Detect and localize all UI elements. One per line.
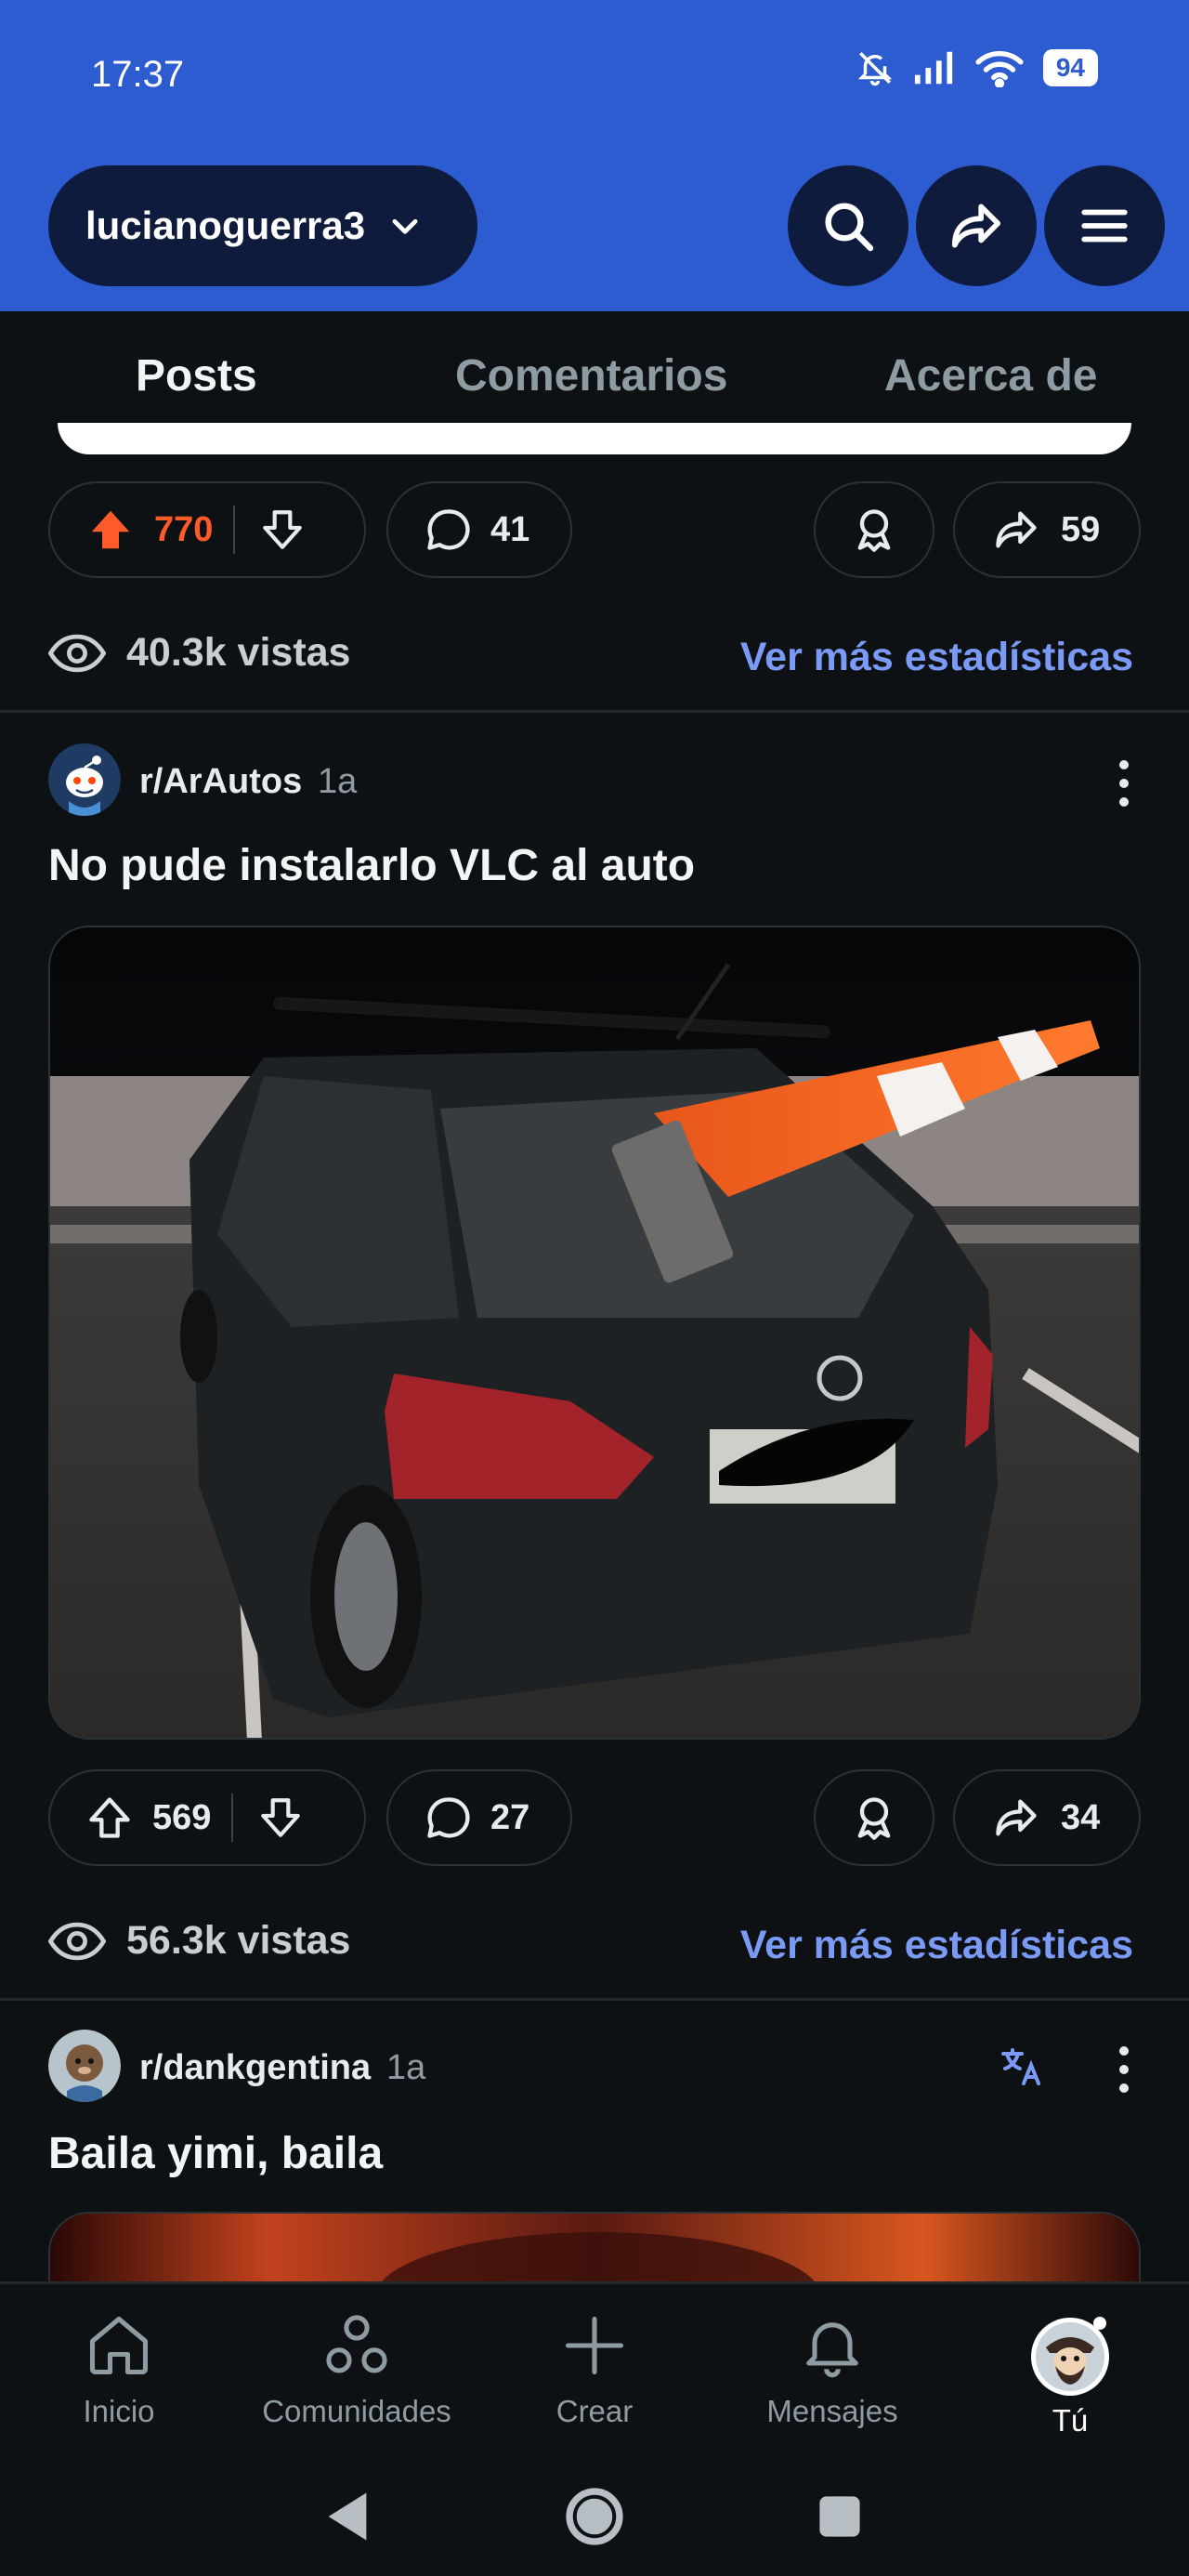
vote-control: 770: [48, 481, 366, 578]
upvote-icon[interactable]: [85, 1794, 134, 1842]
view-count: 56.3k vistas: [126, 1918, 351, 1963]
car-photo: [50, 927, 1139, 1738]
subreddit-avatar[interactable]: [48, 743, 121, 816]
app-header: 17:37 94 lucianoguerra3: [0, 0, 1189, 311]
menu-button[interactable]: [1044, 165, 1165, 286]
share-button[interactable]: 34: [953, 1769, 1141, 1866]
account-switcher[interactable]: lucianoguerra3: [48, 165, 477, 286]
status-icons: 94: [856, 48, 1098, 87]
post-age: 1a: [318, 762, 358, 801]
nav-label: Comunidades: [262, 2394, 451, 2428]
nav-label: Inicio: [83, 2394, 155, 2428]
post-title[interactable]: No pude instalarlo VLC al auto: [48, 840, 695, 891]
translate-icon[interactable]: [1000, 2046, 1044, 2087]
eye-icon: [48, 634, 106, 672]
wifi-icon: [975, 51, 1024, 87]
bell-icon: [806, 2322, 858, 2378]
hamburger-icon: [1081, 209, 1128, 243]
search-icon: [825, 203, 874, 252]
share-icon: [996, 1799, 1037, 1836]
share-icon: [996, 511, 1037, 548]
nav-label: Mensajes: [766, 2394, 898, 2428]
share-button[interactable]: 59: [953, 481, 1141, 578]
vote-divider: [231, 1794, 234, 1842]
vote-divider: [233, 506, 236, 554]
avatar: [1031, 2317, 1109, 2396]
comment-count: 41: [490, 509, 530, 549]
stats-link[interactable]: Ver más estadísticas: [740, 635, 1133, 680]
downvote-icon[interactable]: [259, 506, 306, 553]
views-row: 40.3k vistas: [48, 630, 350, 676]
post-options-button[interactable]: [1117, 760, 1131, 807]
award-icon: [857, 1797, 891, 1840]
post-title[interactable]: Baila yimi, baila: [48, 2128, 383, 2179]
battery-indicator: 94: [1042, 49, 1098, 86]
tab-comentarios[interactable]: Comentarios: [455, 350, 727, 401]
subreddit-name[interactable]: r/dankgentina: [139, 2048, 371, 2088]
downvote-icon[interactable]: [257, 1794, 304, 1841]
status-time: 17:37: [91, 54, 185, 95]
views-row: 56.3k vistas: [48, 1918, 350, 1964]
nav-label: Crear: [555, 2394, 634, 2428]
bell-muted-icon: [857, 52, 893, 86]
view-count: 40.3k vistas: [126, 630, 351, 675]
comments-button[interactable]: 27: [386, 1769, 572, 1866]
bottom-navigation: Inicio Comunidades Crear Mensajes Tú: [0, 2281, 1189, 2576]
signal-icon: [914, 51, 953, 85]
nav-crear[interactable]: Crear: [483, 2310, 706, 2429]
home-icon: [89, 2316, 149, 2375]
nav-inicio[interactable]: Inicio: [7, 2310, 230, 2429]
share-profile-button[interactable]: [916, 165, 1037, 286]
upvote-count: 569: [152, 1797, 212, 1837]
post-divider: [0, 710, 1189, 713]
nav-label: Tú: [1052, 2403, 1089, 2438]
search-button[interactable]: [788, 165, 908, 286]
vote-control: 569: [48, 1769, 366, 1866]
share-count: 59: [1061, 509, 1101, 549]
communities-icon: [326, 2315, 387, 2373]
post-age: 1a: [386, 2048, 426, 2087]
account-name: lucianoguerra3: [85, 204, 366, 247]
award-icon: [857, 509, 891, 552]
subreddit-avatar[interactable]: [48, 2030, 121, 2102]
post-options-button[interactable]: [1117, 2046, 1131, 2093]
comment-icon: [427, 509, 470, 550]
back-icon[interactable]: [323, 2491, 372, 2543]
post-divider: [0, 1998, 1189, 2001]
home-circle-icon[interactable]: [563, 2485, 626, 2548]
upvote-icon[interactable]: [85, 505, 136, 555]
share-count: 34: [1061, 1797, 1101, 1837]
comment-icon: [427, 1797, 470, 1838]
comment-count: 27: [490, 1797, 530, 1837]
nav-tu[interactable]: Tú: [959, 2310, 1182, 2438]
profile-tabs: Posts Comentarios Acerca de: [0, 311, 1189, 437]
award-button[interactable]: [814, 481, 934, 578]
system-navigation: [0, 2477, 1189, 2552]
nav-mensajes[interactable]: Mensajes: [721, 2310, 944, 2429]
recents-icon[interactable]: [817, 2494, 862, 2539]
comments-button[interactable]: 41: [386, 481, 572, 578]
award-button[interactable]: [814, 1769, 934, 1866]
tab-acerca-de[interactable]: Acerca de: [884, 350, 1097, 401]
eye-icon: [48, 1922, 106, 1960]
post-image[interactable]: [48, 926, 1141, 1740]
chevron-down-icon: [392, 218, 418, 234]
tab-posts[interactable]: Posts: [136, 350, 257, 401]
previous-post-media[interactable]: [58, 423, 1131, 454]
subreddit-name[interactable]: r/ArAutos: [139, 762, 302, 802]
share-icon: [951, 204, 1001, 248]
stats-link[interactable]: Ver más estadísticas: [740, 1923, 1133, 1968]
plus-icon: [565, 2316, 624, 2375]
upvote-count: 770: [154, 509, 214, 549]
nav-comunidades[interactable]: Comunidades: [245, 2310, 468, 2429]
